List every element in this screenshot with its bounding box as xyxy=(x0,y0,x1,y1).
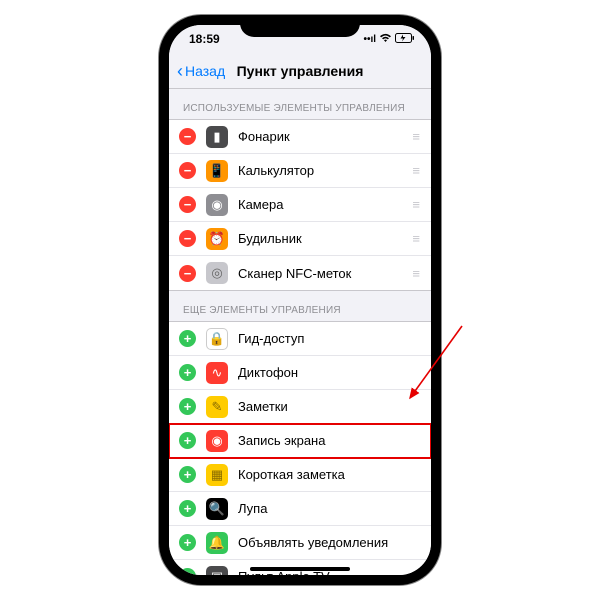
remove-button[interactable]: − xyxy=(179,265,196,282)
flashlight-icon: ▮ xyxy=(206,126,228,148)
drag-handle-icon[interactable]: ≡ xyxy=(412,231,419,246)
nfc-icon: ◎ xyxy=(206,262,228,284)
row-label: Диктофон xyxy=(238,365,419,380)
back-label: Назад xyxy=(185,63,225,79)
nav-bar: ‹ Назад Пункт управления xyxy=(169,53,431,89)
row-label: Объявлять уведомления xyxy=(238,535,419,550)
home-indicator[interactable] xyxy=(250,567,350,571)
magnifier-icon: 🔍 xyxy=(206,498,228,520)
status-time: 18:59 xyxy=(189,32,220,46)
appletv-icon: ▣ xyxy=(206,566,228,576)
remove-button[interactable]: − xyxy=(179,230,196,247)
add-button[interactable]: + xyxy=(179,330,196,347)
back-button[interactable]: ‹ Назад xyxy=(177,62,225,80)
add-button[interactable]: + xyxy=(179,500,196,517)
content[interactable]: ИСПОЛЬЗУЕМЫЕ ЭЛЕМЕНТЫ УПРАВЛЕНИЯ −▮Фонар… xyxy=(169,89,431,575)
section-header-included: ИСПОЛЬЗУЕМЫЕ ЭЛЕМЕНТЫ УПРАВЛЕНИЯ xyxy=(169,89,431,119)
guided-icon: 🔒 xyxy=(206,328,228,350)
row-label: Заметки xyxy=(238,399,419,414)
add-button[interactable]: + xyxy=(179,398,196,415)
row-label: Запись экрана xyxy=(238,433,419,448)
page-title: Пункт управления xyxy=(237,63,364,79)
add-button[interactable]: + xyxy=(179,432,196,449)
row-label: Сканер NFC-меток xyxy=(238,266,412,281)
battery-icon xyxy=(395,33,415,46)
row-label: Лупа xyxy=(238,501,419,516)
drag-handle-icon[interactable]: ≡ xyxy=(412,197,419,212)
remove-button[interactable]: − xyxy=(179,162,196,179)
screen: 18:59 ••ıl ‹ Назад Пункт управления ИСПО… xyxy=(169,25,431,575)
add-button[interactable]: + xyxy=(179,364,196,381)
row-camera[interactable]: −◉ Камера≡ xyxy=(169,188,431,222)
remove-button[interactable]: − xyxy=(179,128,196,145)
row-voice[interactable]: + ∿ Диктофон xyxy=(169,356,431,390)
status-icons: ••ıl xyxy=(363,33,415,46)
row-label: Будильник xyxy=(238,231,412,246)
wifi-icon xyxy=(379,33,392,46)
alarm-icon: ⏰ xyxy=(206,228,228,250)
add-button[interactable]: + xyxy=(179,534,196,551)
phone-frame: 18:59 ••ıl ‹ Назад Пункт управления ИСПО… xyxy=(159,15,441,585)
notch xyxy=(240,15,360,37)
row-label: Гид-доступ xyxy=(238,331,419,346)
section-header-more: ЕЩЕ ЭЛЕМЕНТЫ УПРАВЛЕНИЯ xyxy=(169,291,431,321)
row-record[interactable]: + ◉ Запись экрана xyxy=(169,424,431,458)
remove-button[interactable]: − xyxy=(179,196,196,213)
row-magnifier[interactable]: + 🔍 Лупа xyxy=(169,492,431,526)
row-label: Фонарик xyxy=(238,129,412,144)
row-label: Калькулятор xyxy=(238,163,412,178)
list-more: + 🔒 Гид-доступ + ∿ Диктофон + ✎ Заметки + ◉ Запись … xyxy=(169,321,431,575)
list-included: −▮Фонарик≡−📱Калькулятор≡−◉Камера≡−⏰Будил… xyxy=(169,119,431,291)
quicknote-icon: ▦ xyxy=(206,464,228,486)
signal-icon: ••ıl xyxy=(363,34,376,45)
row-alarm[interactable]: −⏰ Будильник≡ xyxy=(169,222,431,256)
record-icon: ◉ xyxy=(206,430,228,452)
row-nfc[interactable]: −◎ Сканер NFC-меток≡ xyxy=(169,256,431,290)
calculator-icon: 📱 xyxy=(206,160,228,182)
chevron-left-icon: ‹ xyxy=(177,62,183,80)
row-quicknote[interactable]: + ▦ Короткая заметка xyxy=(169,458,431,492)
row-label: Камера xyxy=(238,197,412,212)
camera-icon: ◉ xyxy=(206,194,228,216)
row-notes[interactable]: + ✎ Заметки xyxy=(169,390,431,424)
row-guided[interactable]: + 🔒 Гид-доступ xyxy=(169,322,431,356)
voice-icon: ∿ xyxy=(206,362,228,384)
notes-icon: ✎ xyxy=(206,396,228,418)
drag-handle-icon[interactable]: ≡ xyxy=(412,266,419,281)
row-announce[interactable]: + 🔔 Объявлять уведомления xyxy=(169,526,431,560)
row-calculator[interactable]: −📱 Калькулятор≡ xyxy=(169,154,431,188)
row-flashlight[interactable]: −▮ Фонарик≡ xyxy=(169,120,431,154)
row-label: Короткая заметка xyxy=(238,467,419,482)
add-button[interactable]: + xyxy=(179,466,196,483)
announce-icon: 🔔 xyxy=(206,532,228,554)
add-button[interactable]: + xyxy=(179,568,196,575)
drag-handle-icon[interactable]: ≡ xyxy=(412,129,419,144)
drag-handle-icon[interactable]: ≡ xyxy=(412,163,419,178)
